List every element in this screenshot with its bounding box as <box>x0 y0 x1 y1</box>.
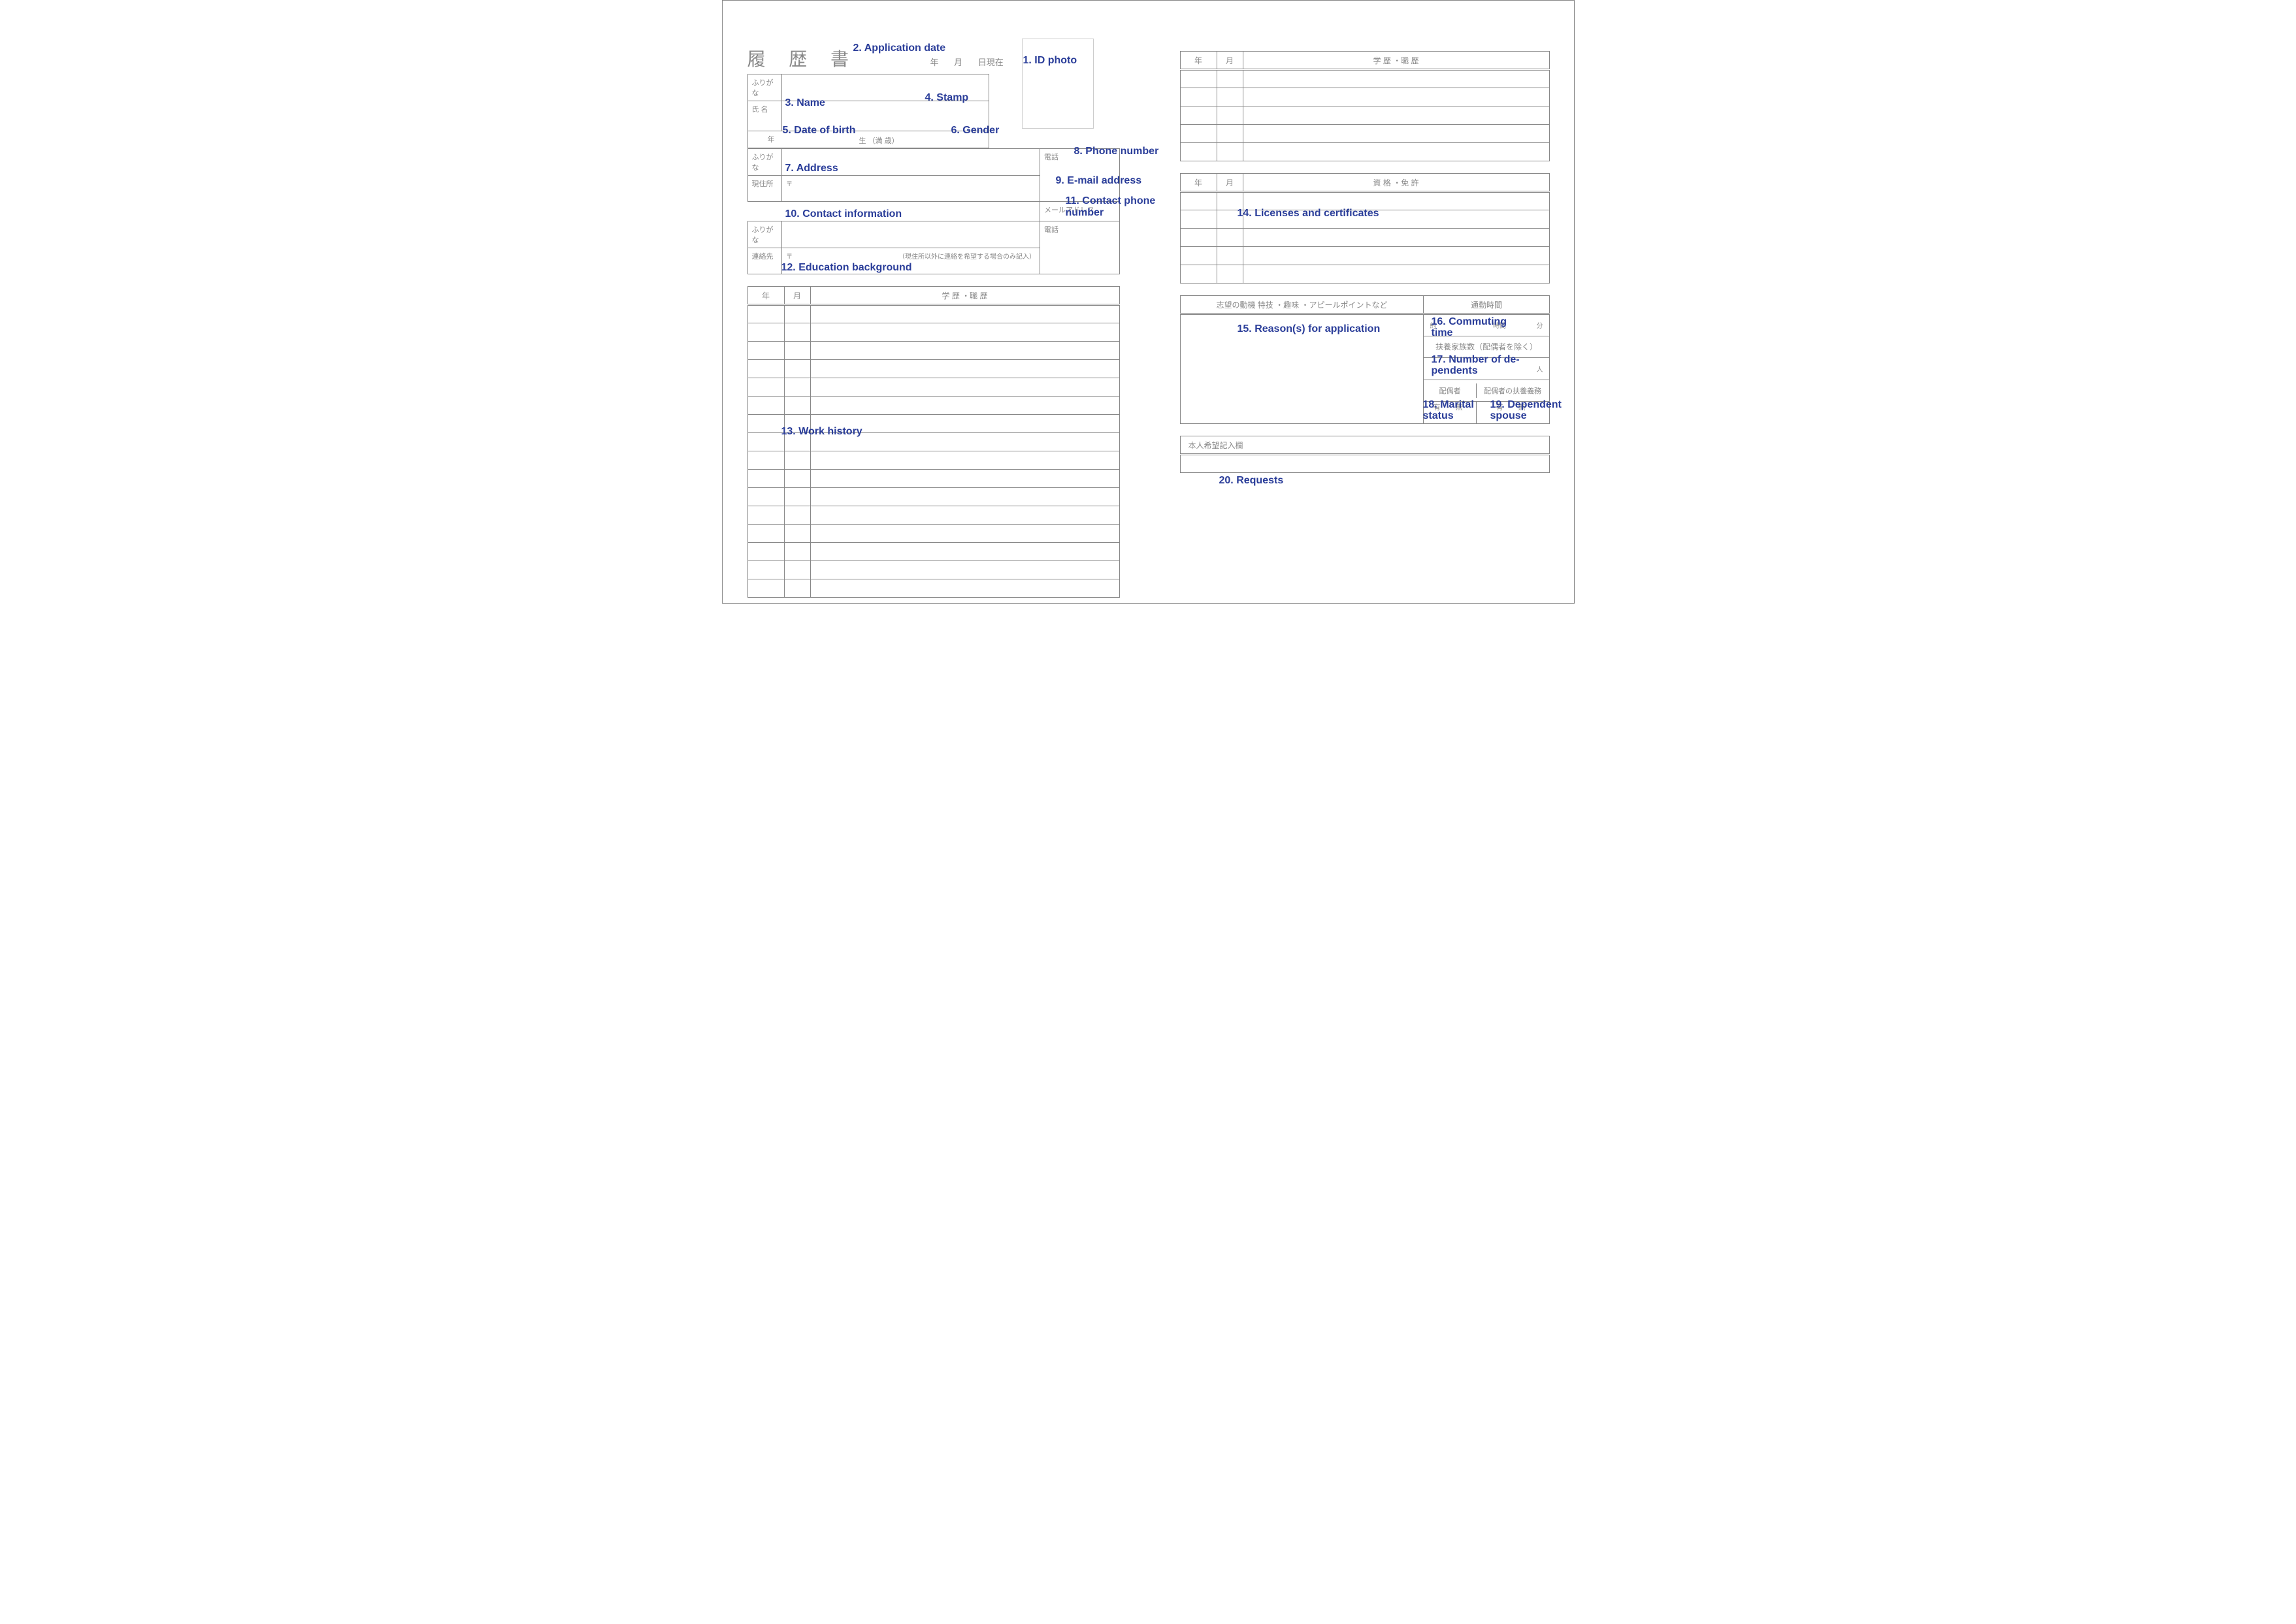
history-row[interactable] <box>1243 106 1549 125</box>
requests-head: 本人希望記入欄 <box>1180 436 1549 455</box>
id-photo-box <box>1022 39 1094 129</box>
furigana-label: ふりがな <box>752 79 774 97</box>
tel-label: 電話 <box>1044 154 1058 161</box>
annot-stamp: 4. Stamp <box>925 92 969 104</box>
furigana-label-3: ふりがな <box>752 226 774 244</box>
dob-suffix: 生 （満 歳） <box>859 135 899 146</box>
application-date-line: 年 月 日現在 <box>917 56 1004 68</box>
resume-form-page: 履 歴 書 年 月 日現在 ふりがな 氏 名 年 生 （満 歳） <box>722 0 1575 604</box>
history-row[interactable] <box>1243 88 1549 106</box>
postal-mark-2: 〒 <box>786 253 793 261</box>
minute-label: 分 <box>1537 320 1543 330</box>
personal-info-table: ふりがな 氏 名 年 生 （満 歳） <box>747 74 989 148</box>
history-title-head-r: 学 歴 ・職 歴 <box>1243 52 1549 70</box>
annot-education: 12. Education background <box>781 262 912 274</box>
history-row[interactable] <box>810 360 1119 378</box>
history-month-head: 月 <box>784 287 810 305</box>
qual-row[interactable] <box>1243 265 1549 284</box>
address-field[interactable]: 〒 <box>782 176 1040 202</box>
spouse-head: 配偶者 <box>1424 383 1476 398</box>
history-row[interactable] <box>1243 70 1549 88</box>
history-row[interactable] <box>810 488 1119 506</box>
dob-year-label: 年 <box>768 136 775 144</box>
annot-id-photo: 1. ID photo <box>1023 55 1077 67</box>
left-column: 履 歴 書 年 月 日現在 ふりがな 氏 名 年 生 （満 歳） <box>747 40 1120 598</box>
qual-title-head: 資 格 ・免 許 <box>1243 174 1549 192</box>
qualifications-table: 年 月 資 格 ・免 許 <box>1180 173 1550 284</box>
annot-gender: 6. Gender <box>951 125 1000 137</box>
annot-dob: 5. Date of birth <box>783 125 856 137</box>
annot-contact: 10. Contact information <box>785 208 902 220</box>
date-day-unit: 日現在 <box>978 57 1004 67</box>
annot-work: 13. Work history <box>781 426 862 438</box>
history-row[interactable] <box>810 506 1119 525</box>
postal-mark: 〒 <box>786 181 793 188</box>
history-row[interactable] <box>810 342 1119 360</box>
name-label: 氏 名 <box>752 106 768 114</box>
annot-reasons: 15. Reason(s) for application <box>1238 323 1381 335</box>
history-row[interactable] <box>810 470 1119 488</box>
history-row[interactable] <box>810 579 1119 598</box>
date-year-unit: 年 <box>930 57 939 67</box>
annot-dependents: 17. Number of de- pendents <box>1432 354 1520 376</box>
history-row[interactable] <box>810 525 1119 543</box>
history-table-right: 年 月 学 歴 ・職 歴 <box>1180 51 1550 161</box>
annot-application-date: 2. Application date <box>853 42 946 54</box>
motive-head: 志望の動機 特技 ・趣味 ・アピールポイントなど <box>1180 296 1424 314</box>
qual-row[interactable] <box>1243 247 1549 265</box>
annot-commute: 16. Commuting time <box>1432 316 1507 338</box>
commute-head: 通勤時間 <box>1424 296 1549 314</box>
requests-table: 本人希望記入欄 <box>1180 436 1550 473</box>
annot-marital: 18. Marital status <box>1423 399 1474 421</box>
annot-address: 7. Address <box>785 163 838 174</box>
annot-dep-spouse: 19. Dependent spouse <box>1490 399 1562 421</box>
qual-year-head: 年 <box>1180 174 1217 192</box>
history-row[interactable] <box>810 378 1119 397</box>
annot-requests: 20. Requests <box>1219 475 1284 487</box>
requests-field[interactable] <box>1180 455 1549 473</box>
history-month-head-r: 月 <box>1217 52 1243 70</box>
furigana-label-2: ふりがな <box>752 154 774 172</box>
history-row[interactable] <box>810 561 1119 579</box>
date-month-unit: 月 <box>954 57 962 67</box>
contact-label: 連絡先 <box>752 253 774 261</box>
history-title-head: 学 歴 ・職 歴 <box>810 287 1119 305</box>
history-year-head-r: 年 <box>1180 52 1217 70</box>
document-title: 履 歴 書 <box>747 45 859 71</box>
qual-month-head: 月 <box>1217 174 1243 192</box>
history-row[interactable] <box>1243 143 1549 161</box>
history-year-head: 年 <box>747 287 784 305</box>
history-row[interactable] <box>810 451 1119 470</box>
annot-licenses: 14. Licenses and certificates <box>1238 208 1379 219</box>
history-row[interactable] <box>810 397 1119 415</box>
annot-contact-phone: 11. Contact phone number <box>1066 195 1156 219</box>
contact-note: （現住所以外に連絡を希望する場合のみ記入） <box>898 251 1036 261</box>
spouse-support-head: 配偶者の扶養義務 <box>1477 383 1549 398</box>
annot-phone: 8. Phone number <box>1074 146 1159 157</box>
history-row[interactable] <box>810 305 1119 323</box>
qual-row[interactable] <box>1243 229 1549 247</box>
people-unit: 人 <box>1537 364 1543 374</box>
history-row[interactable] <box>810 323 1119 342</box>
history-row[interactable] <box>1243 125 1549 143</box>
annot-name: 3. Name <box>785 97 825 109</box>
annot-email: 9. E-mail address <box>1056 175 1142 187</box>
history-row[interactable] <box>810 543 1119 561</box>
address-label: 現住所 <box>752 180 774 188</box>
history-table-left: 年 月 学 歴 ・職 歴 <box>747 286 1120 598</box>
tel-label-2: 電話 <box>1044 226 1058 234</box>
